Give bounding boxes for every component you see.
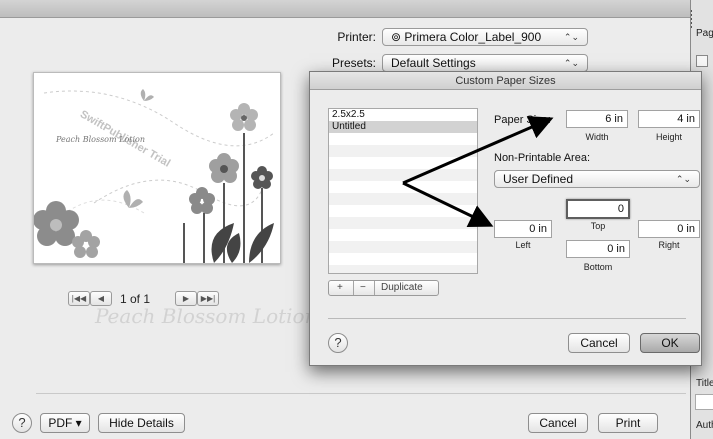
top-label: Top xyxy=(590,221,606,231)
right-label: Right xyxy=(658,240,680,250)
panel-label-page: Page xyxy=(696,28,713,39)
ghost-card-text: Peach Blossom Lotion xyxy=(95,304,318,328)
window-title-bar xyxy=(0,0,690,18)
pdf-menu-button[interactable]: PDF ▾ xyxy=(40,413,90,433)
height-label: Height xyxy=(655,132,682,142)
sheet-title: Custom Paper Sizes xyxy=(310,72,701,90)
panel-label-author: Auth xyxy=(696,420,713,431)
hide-details-button[interactable]: Hide Details xyxy=(98,413,185,433)
presets-label: Presets: xyxy=(331,56,376,70)
sheet-cancel-button[interactable]: Cancel xyxy=(568,333,630,353)
print-preview: Peach Blossom Lotion SwiftPublisher Tria… xyxy=(33,72,281,264)
bottom-margin-field[interactable]: 0 in xyxy=(566,240,630,258)
remove-size-button[interactable]: − xyxy=(360,282,366,293)
left-margin-field[interactable]: 0 in xyxy=(494,220,552,238)
right-margin-field[interactable]: 0 in xyxy=(638,220,700,238)
width-field[interactable]: 6 in xyxy=(566,110,628,128)
first-page-button[interactable]: |◀◀ xyxy=(68,291,90,306)
stepper-icon: ⌃⌄ xyxy=(563,32,579,42)
sheet-divider xyxy=(328,318,686,319)
stepper-icon: ⌃⌄ xyxy=(563,58,579,68)
duplicate-button[interactable]: Duplicate xyxy=(381,282,423,293)
help-button[interactable]: ? xyxy=(12,413,32,433)
cancel-button[interactable]: Cancel xyxy=(528,413,588,433)
title-field[interactable] xyxy=(695,394,713,410)
sheet-ok-button[interactable]: OK xyxy=(640,333,700,353)
resize-handle[interactable] xyxy=(691,10,692,28)
custom-paper-sizes-sheet: Custom Paper Sizes 2.5x2.5 Untitled + − … xyxy=(309,71,702,366)
floral-artwork xyxy=(34,89,275,263)
non-printable-popup[interactable]: User Defined ⌃⌄ xyxy=(494,170,700,188)
sheet-help-button[interactable]: ? xyxy=(328,333,348,353)
paper-size-label: Paper Size: xyxy=(494,114,551,126)
non-printable-value: User Defined xyxy=(503,172,574,186)
print-button[interactable]: Print xyxy=(598,413,658,433)
height-field[interactable]: 4 in xyxy=(638,110,700,128)
printer-value: Primera Color_Label_900 xyxy=(404,30,542,44)
list-button-group: + − Duplicate xyxy=(328,280,439,296)
non-printable-label: Non-Printable Area: xyxy=(494,152,590,164)
panel-label-title: Title xyxy=(696,378,713,389)
printer-label: Printer: xyxy=(337,30,376,44)
add-size-button[interactable]: + xyxy=(337,282,343,293)
width-label: Width xyxy=(585,132,609,142)
printer-status-icon: ⊚ xyxy=(391,30,405,44)
list-item[interactable]: 2.5x2.5 xyxy=(329,109,477,121)
stepper-icon: ⌃⌄ xyxy=(675,174,691,184)
bottom-label: Bottom xyxy=(583,262,613,272)
bottom-divider xyxy=(36,393,686,394)
top-margin-field[interactable]: 0 xyxy=(566,199,630,219)
list-item-selected[interactable]: Untitled xyxy=(329,121,477,133)
paper-size-list[interactable]: 2.5x2.5 Untitled xyxy=(328,108,478,274)
left-label: Left xyxy=(515,240,531,250)
printer-popup[interactable]: ⊚ Primera Color_Label_900 ⌃⌄ xyxy=(382,28,588,46)
presets-value: Default Settings xyxy=(391,56,476,70)
page-layout-icon[interactable] xyxy=(696,55,708,67)
presets-popup[interactable]: Default Settings ⌃⌄ xyxy=(382,54,588,72)
